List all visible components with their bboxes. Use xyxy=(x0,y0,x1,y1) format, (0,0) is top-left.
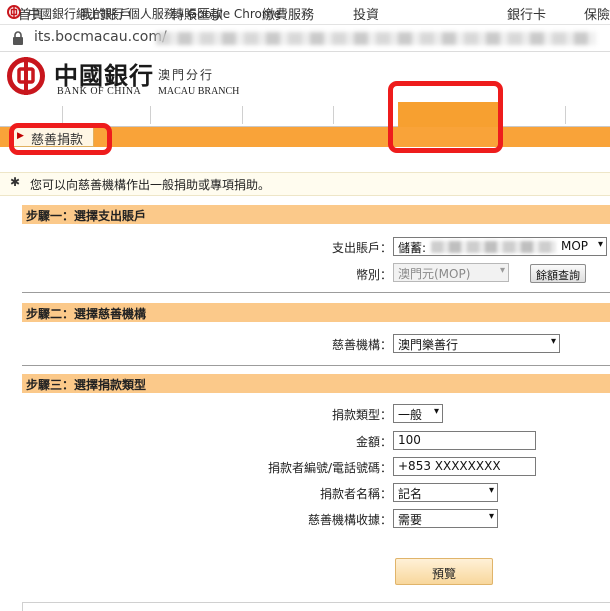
highlight-box-subtab xyxy=(9,123,112,155)
amount-label: 金額： xyxy=(355,435,392,449)
nav-separator xyxy=(565,106,566,124)
branch-name-cn: 澳門分行 xyxy=(158,68,215,82)
nav-separator xyxy=(242,106,243,124)
step1-title: 步驟一：選擇支出賬戶 xyxy=(26,209,147,223)
charity-value: 澳門樂善行 xyxy=(398,338,459,352)
receipt-label: 慈善機構收據： xyxy=(307,513,392,527)
donor-name-value: 記名 xyxy=(398,487,423,501)
bank-name-en: BANK OF CHINA xyxy=(57,86,142,97)
chevron-down-icon: ▾ xyxy=(488,511,494,522)
nav-separator xyxy=(333,106,334,124)
preview-button[interactable]: 預覽 xyxy=(395,558,493,585)
branch-name-en: MACAU BRANCH xyxy=(158,86,240,97)
lock-icon xyxy=(13,31,23,45)
step3-title: 步驟三：選擇捐款類型 xyxy=(26,378,147,392)
donor-name-select[interactable]: 記名 ▾ xyxy=(393,483,498,502)
donor-name-label: 捐款者名稱： xyxy=(319,487,392,501)
chevron-down-icon: ▾ xyxy=(597,239,603,250)
chevron-down-icon: ▾ xyxy=(499,265,505,276)
section-divider xyxy=(22,292,610,293)
url-redacted xyxy=(156,32,596,45)
notice-text: 您可以向慈善機構作出一般捐助或專項捐助。 xyxy=(30,178,271,192)
account-number-redacted xyxy=(431,241,556,253)
chevron-down-icon: ▾ xyxy=(433,406,439,417)
account-suffix: MOP xyxy=(561,239,589,253)
donor-id-input[interactable]: +853 XXXXXXXX xyxy=(393,457,536,476)
nav-item-my-accounts[interactable]: 我的賬戶 xyxy=(80,4,132,23)
nav-item-transfer[interactable]: 轉賬匯款 xyxy=(171,4,223,23)
charity-select[interactable]: 澳門樂善行 ▾ xyxy=(393,334,560,353)
amount-value: 100 xyxy=(398,433,421,447)
pin-icon: ✱ xyxy=(10,175,21,189)
chevron-down-icon: ▾ xyxy=(550,336,556,347)
amount-input[interactable]: 100 xyxy=(393,431,536,450)
nav-item-insurance[interactable]: 保險 xyxy=(584,4,610,23)
balance-inquiry-button[interactable]: 餘額查詢 xyxy=(530,264,586,283)
section-divider xyxy=(22,365,610,366)
nav-separator xyxy=(150,106,151,124)
nav-item-investment[interactable]: 投資 xyxy=(353,4,379,23)
window-title: 中國銀行網上銀行 個人服務 - Google Chrome xyxy=(28,7,281,21)
nav-item-home[interactable]: 首頁 xyxy=(18,4,44,23)
url-text[interactable]: its.bocmacau.com/ xyxy=(34,29,167,45)
account-prefix: 儲蓄: xyxy=(398,241,427,255)
nav-item-bank-card[interactable]: 銀行卡 xyxy=(507,4,546,23)
bank-of-china-logo-icon[interactable] xyxy=(6,56,46,96)
nav-separator xyxy=(62,106,63,124)
currency-select: 澳門元(MOP) ▾ xyxy=(393,263,509,282)
receipt-value: 需要 xyxy=(398,513,423,527)
highlight-box-nav xyxy=(388,81,503,153)
donation-type-label: 捐款類型： xyxy=(331,408,392,422)
step2-title: 步驟二：選擇慈善機構 xyxy=(26,307,147,321)
nav-item-bill-payment[interactable]: 繳費服務 xyxy=(262,4,314,23)
address-bar[interactable]: its.bocmacau.com/ xyxy=(0,25,610,52)
donation-type-select[interactable]: 一般 ▾ xyxy=(393,404,443,423)
chevron-down-icon: ▾ xyxy=(488,485,494,496)
currency-label: 幣別： xyxy=(355,268,392,282)
nav-item-charity[interactable]: 慈善捐款 xyxy=(416,4,468,23)
donation-type-value: 一般 xyxy=(398,408,423,422)
charity-label: 慈善機構： xyxy=(331,338,392,352)
receipt-select[interactable]: 需要 ▾ xyxy=(393,509,498,528)
donor-id-value: +853 XXXXXXXX xyxy=(398,459,501,473)
donor-id-label: 捐款者編號/電話號碼： xyxy=(267,461,392,475)
account-label: 支出賬戶： xyxy=(331,241,392,255)
currency-value: 澳門元(MOP) xyxy=(398,267,471,281)
